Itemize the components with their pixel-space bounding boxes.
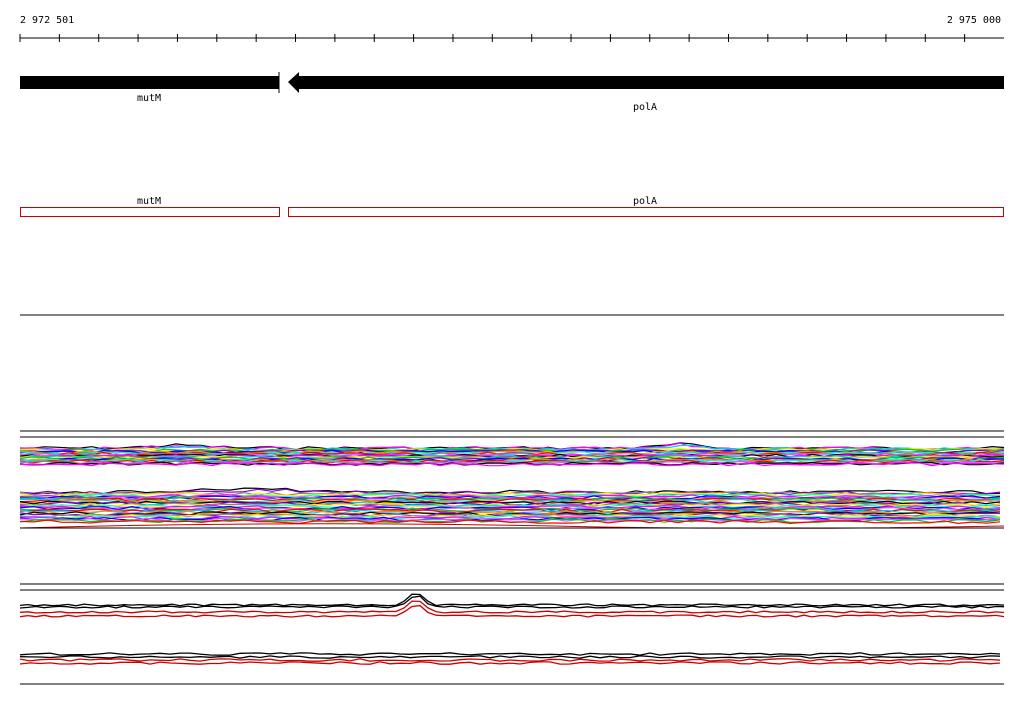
feature-label-polA: polA	[633, 196, 657, 207]
ruler-end-label: 2 975 000	[947, 15, 1001, 26]
genome-browser-view: 2 972 501 2 975 000 mutM polA mutM polA	[19, 15, 1005, 685]
coverage-line	[19, 652, 1001, 656]
feature-track: mutM polA	[20, 196, 1004, 217]
feature-mutM[interactable]: mutM	[20, 196, 280, 217]
coverage-track-1	[19, 593, 1005, 618]
feature-box-mutM[interactable]	[20, 207, 280, 217]
coverage-line	[19, 661, 1001, 665]
coverage-line	[19, 593, 1005, 607]
coverage-line	[19, 655, 1001, 659]
feature-box-polA[interactable]	[288, 207, 1004, 217]
gene-label-polA: polA	[633, 102, 657, 113]
gene-track: mutM polA	[20, 72, 1004, 113]
gene-arrow-polA[interactable]	[288, 72, 1004, 93]
coverage-line	[19, 658, 1001, 662]
profile-track-multicolor-1	[19, 442, 1005, 467]
feature-polA[interactable]: polA	[288, 196, 1004, 217]
coverage-track-2	[19, 652, 1001, 665]
gene-arrow-mutM[interactable]	[20, 76, 279, 89]
feature-label-mutM: mutM	[137, 196, 161, 207]
profile-track-multicolor-2	[19, 487, 1005, 529]
gene-label-mutM: mutM	[137, 93, 161, 104]
coordinate-ruler: 2 972 501 2 975 000	[19, 15, 1004, 42]
gene-mutM[interactable]: mutM	[20, 72, 280, 104]
coverage-line	[19, 595, 1005, 609]
gene-polA[interactable]: polA	[288, 72, 1004, 113]
ruler-start-label: 2 972 501	[20, 15, 74, 26]
